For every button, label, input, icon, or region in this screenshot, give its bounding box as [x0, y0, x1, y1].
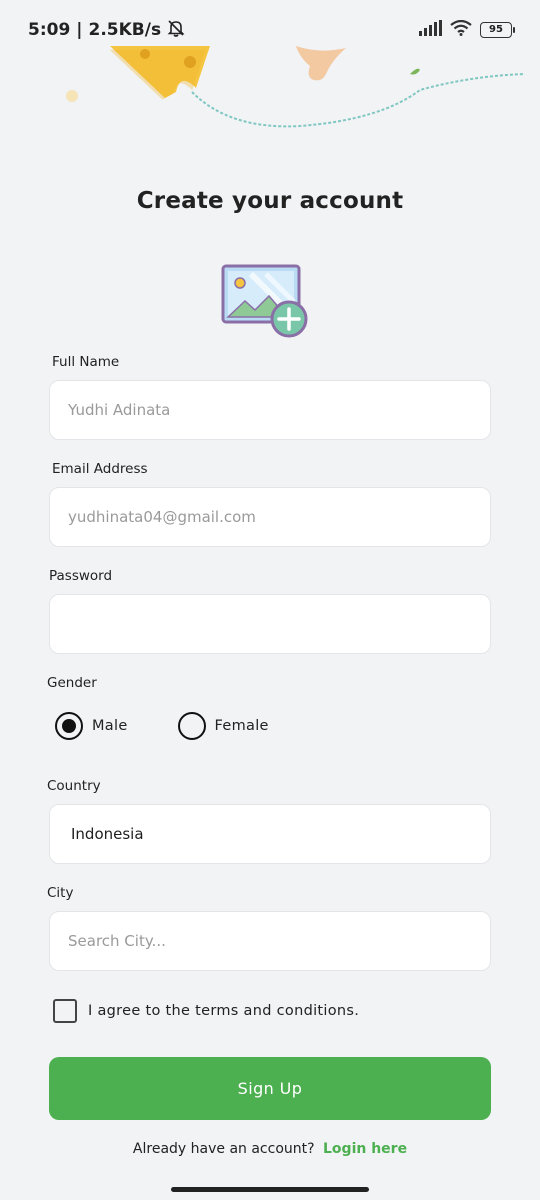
country-select[interactable]: Indonesia: [49, 804, 491, 864]
gender-label: Gender: [47, 675, 97, 691]
gender-option-label: Female: [214, 718, 269, 734]
full-name-label: Full Name: [52, 354, 120, 370]
login-link[interactable]: Login here: [323, 1141, 407, 1157]
city-label: City: [47, 885, 74, 901]
signal-icon: [418, 20, 442, 40]
login-prompt-row: Already have an account? Login here: [0, 1141, 540, 1157]
wifi-icon: [450, 19, 472, 40]
email-label: Email Address: [52, 461, 148, 477]
email-input[interactable]: yudhinata04@gmail.com: [49, 487, 491, 547]
page-title: Create your account: [136, 188, 404, 214]
full-name-placeholder: Yudhi Adinata: [68, 401, 171, 419]
add-photo-icon[interactable]: [221, 264, 311, 340]
city-search-input[interactable]: Search City...: [49, 911, 491, 971]
header-decoration: [66, 46, 526, 128]
country-label: Country: [47, 778, 101, 794]
bell-off-icon: [167, 19, 185, 42]
gender-option-label: Male: [92, 718, 128, 734]
gender-radio-group: Male Female: [55, 712, 319, 740]
status-right: 95: [418, 19, 515, 40]
radio-unchecked-icon[interactable]: [177, 712, 206, 740]
terms-label: I agree to the terms and conditions.: [88, 1003, 360, 1019]
password-input[interactable]: [49, 594, 491, 654]
status-time: 5:09: [28, 20, 71, 40]
gender-option-male[interactable]: Male: [55, 712, 128, 740]
battery-icon: 95: [480, 22, 515, 38]
gender-option-female[interactable]: Female: [177, 712, 269, 740]
country-value: Indonesia: [71, 825, 144, 843]
password-label: Password: [49, 568, 113, 584]
network-speed: 2.5KB/s: [88, 20, 162, 40]
terms-checkbox[interactable]: [53, 999, 77, 1023]
home-indicator[interactable]: [171, 1187, 369, 1192]
city-placeholder: Search City...: [68, 932, 166, 950]
login-prompt-text: Already have an account?: [132, 1141, 315, 1157]
radio-checked-icon[interactable]: [55, 712, 83, 740]
email-placeholder: yudhinata04@gmail.com: [68, 508, 256, 526]
sign-up-button[interactable]: Sign Up: [49, 1057, 491, 1120]
full-name-input[interactable]: Yudhi Adinata: [49, 380, 491, 440]
status-left: 5:09 | 2.5KB/s: [28, 19, 185, 42]
terms-row[interactable]: I agree to the terms and conditions.: [53, 999, 359, 1023]
